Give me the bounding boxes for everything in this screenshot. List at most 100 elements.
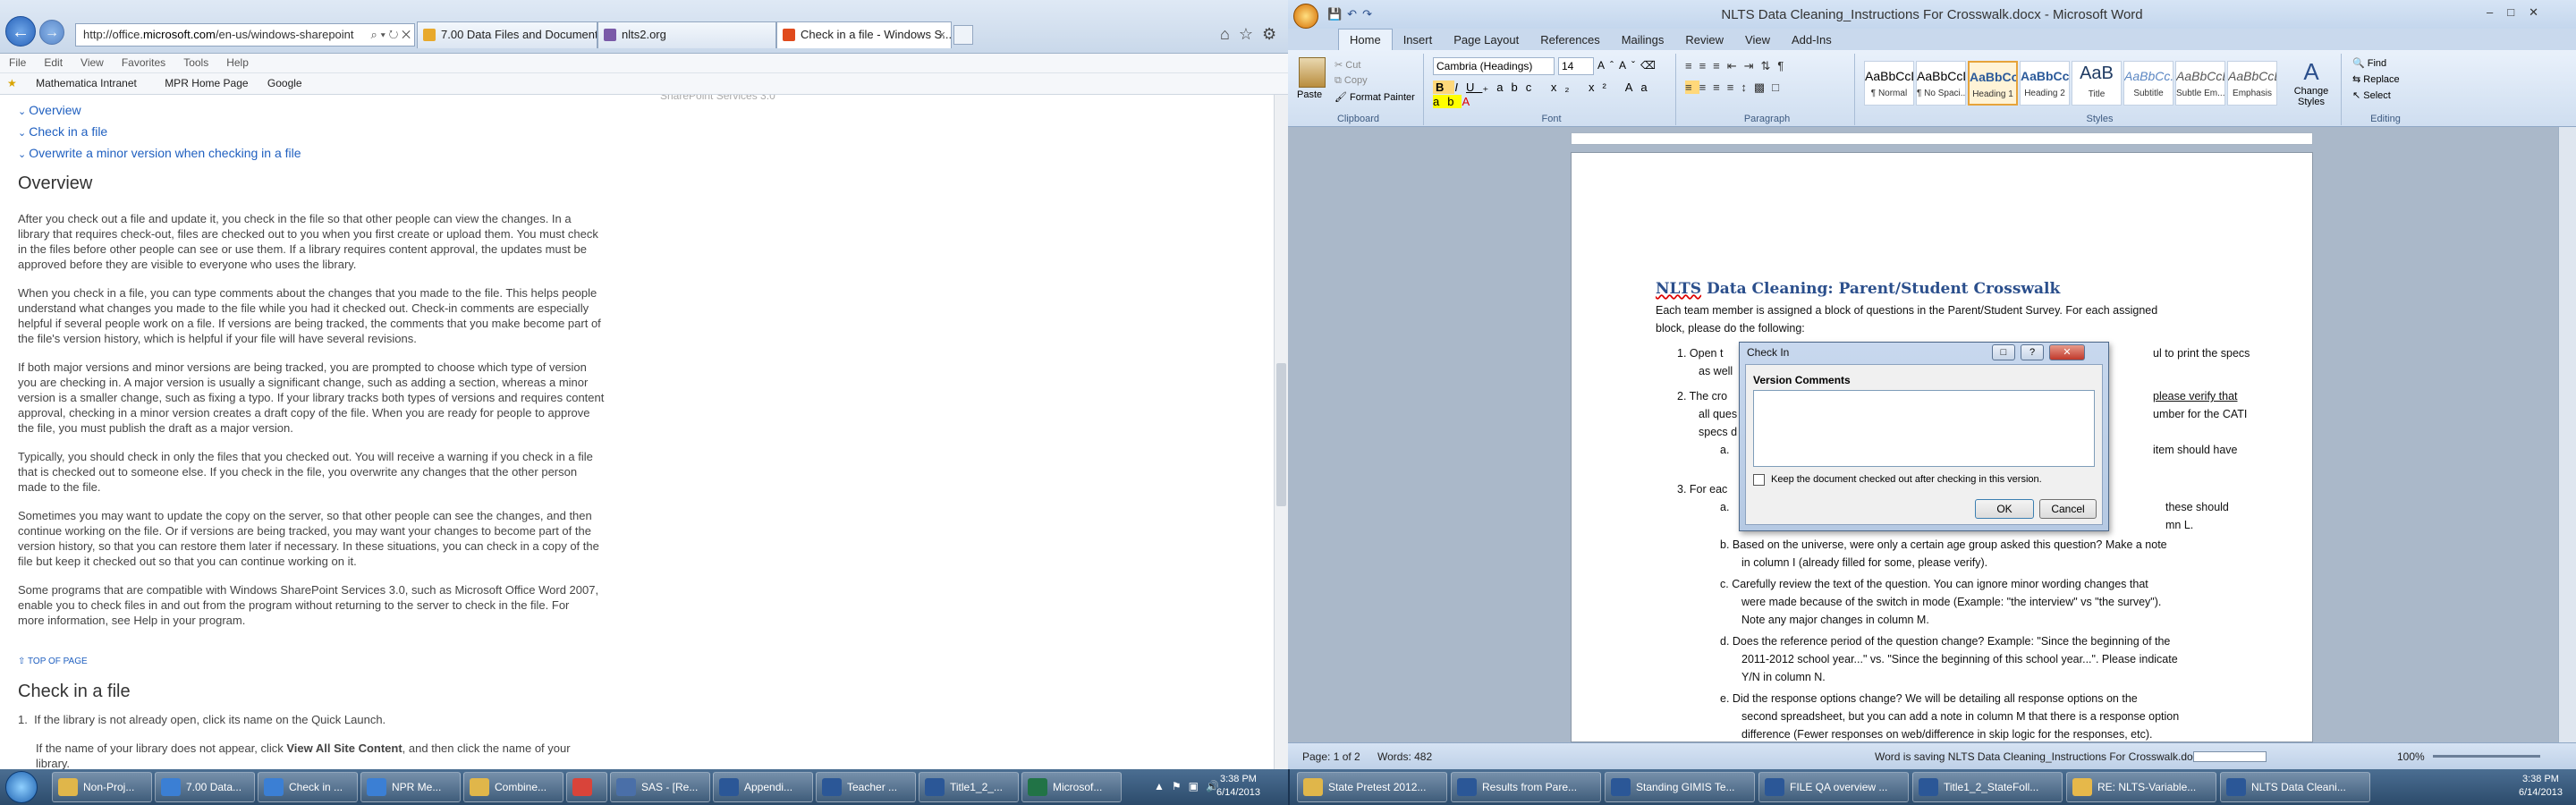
menu-edit[interactable]: Edit: [35, 54, 72, 69]
taskbar-button[interactable]: Non-Proj...: [52, 772, 152, 802]
back-icon[interactable]: ←: [5, 16, 36, 47]
fav-mathematica[interactable]: Mathematica Intranet: [29, 73, 146, 89]
menu-view[interactable]: View: [72, 54, 113, 69]
find-button[interactable]: 🔍 Find: [2352, 57, 2386, 69]
format-buttons[interactable]: B IU₊abc x₂ x² Aa abA: [1433, 80, 1675, 108]
taskbar-button[interactable]: Title1_2_...: [919, 772, 1019, 802]
taskbar-button[interactable]: Results from Pare...: [1451, 772, 1601, 802]
scroll-thumb[interactable]: [1276, 363, 1286, 506]
taskbar-button[interactable]: [566, 772, 607, 802]
taskbar-button[interactable]: Appendi...: [713, 772, 813, 802]
ok-button[interactable]: OK: [1975, 499, 2034, 519]
menu-help[interactable]: Help: [217, 54, 258, 69]
replace-button[interactable]: ⇆ Replace: [2352, 73, 2400, 85]
toc-check-in[interactable]: Check in a file: [29, 124, 107, 139]
address-bar[interactable]: http://office.microsoft.com/en-us/window…: [75, 23, 415, 47]
tab-insert[interactable]: Insert: [1393, 30, 1444, 47]
item-3-c-2: were made because of the switch in mode …: [1741, 596, 2162, 608]
taskbar-button[interactable]: State Pretest 2012...: [1297, 772, 1447, 802]
tray-icons-left[interactable]: ▲⚑▣🔊: [1154, 780, 1226, 792]
tab-review[interactable]: Review: [1674, 30, 1734, 47]
paste-button[interactable]: Paste: [1297, 89, 1322, 100]
tab-page-layout[interactable]: Page Layout: [1443, 30, 1530, 47]
check-in-heading: Check in a file: [18, 682, 131, 701]
paragraph-group: ≡≡≡⇤⇥⇅¶ ≡≡≡≡↕▩□ Paragraph: [1680, 54, 1855, 125]
taskbar-button[interactable]: Microsof...: [1021, 772, 1122, 802]
taskbar-button[interactable]: FILE QA overview ...: [1758, 772, 1909, 802]
font-name-select[interactable]: Cambria (Headings): [1433, 57, 1555, 75]
step-1-sub-c: library.: [36, 757, 71, 769]
taskbar-button[interactable]: Check in ...: [258, 772, 358, 802]
menu-favorites[interactable]: Favorites: [113, 54, 174, 69]
page-count[interactable]: Page: 1 of 2: [1302, 750, 1360, 763]
home-star-gear-icons[interactable]: ⌂☆⚙: [1220, 25, 1285, 44]
word-scrollbar[interactable]: [2558, 127, 2576, 742]
dialog-restore-button[interactable]: □: [1992, 344, 2015, 360]
tab-data-files[interactable]: 7.00 Data Files and Documenta...: [417, 21, 597, 48]
tab-add-ins[interactable]: Add-Ins: [1781, 30, 1843, 47]
taskbar-button[interactable]: Teacher ...: [816, 772, 916, 802]
word-count[interactable]: Words: 482: [1377, 750, 1432, 763]
font-size-select[interactable]: 14: [1558, 57, 1594, 75]
zoom-slider[interactable]: [2433, 755, 2540, 758]
taskbar-button[interactable]: SAS - [Re...: [610, 772, 710, 802]
alignment-icons[interactable]: ≡≡≡≡↕▩□: [1685, 80, 1786, 95]
style-4[interactable]: AaBbCc Heading 2: [2020, 61, 2070, 106]
start-button-icon[interactable]: [5, 771, 38, 803]
clock-right[interactable]: 3:38 PM 6/14/2013: [2519, 773, 2563, 800]
version-comments-field[interactable]: [1753, 390, 2095, 467]
style-2[interactable]: AaBbCcDc ¶ No Spaci...: [1916, 61, 1966, 106]
top-of-page-link[interactable]: ⇧ TOP OF PAGE: [18, 657, 88, 666]
new-tab-button[interactable]: [953, 25, 973, 45]
horizontal-ruler[interactable]: [1571, 132, 2313, 145]
tab-mailings[interactable]: Mailings: [1611, 30, 1675, 47]
taskbar-button[interactable]: NLTS Data Cleani...: [2220, 772, 2370, 802]
style-5[interactable]: AaB Title: [2072, 61, 2122, 106]
tab-view[interactable]: View: [1734, 30, 1781, 47]
style-sample: AaBbCcDc: [1917, 69, 1965, 83]
taskbar-button[interactable]: NPR Me...: [360, 772, 461, 802]
grow-shrink-clear-icons[interactable]: AˆAˇ⌫: [1597, 59, 1661, 72]
style-6[interactable]: AaBbCc. Subtitle: [2123, 61, 2174, 106]
cancel-button[interactable]: Cancel: [2039, 499, 2097, 519]
dialog-help-button[interactable]: ?: [2021, 344, 2044, 360]
tab-check-in[interactable]: Check in a file - Windows S... ×: [776, 21, 952, 48]
item-2-cont: all ques: [1699, 408, 1738, 420]
item-3-c-3: Note any major changes in column M.: [1741, 614, 1929, 626]
ie-scrollbar[interactable]: [1274, 95, 1288, 769]
dialog-close-button[interactable]: ✕: [2049, 344, 2085, 360]
taskbar-button[interactable]: 7.00 Data...: [155, 772, 255, 802]
paste-icon[interactable]: [1299, 57, 1326, 88]
copy-button[interactable]: ⧉ Copy: [1335, 75, 1368, 87]
cut-button[interactable]: ✂ Cut: [1335, 59, 1360, 71]
fav-google[interactable]: Google: [260, 73, 311, 89]
list-indent-icons[interactable]: ≡≡≡⇤⇥⇅¶: [1685, 59, 1791, 73]
toc-overwrite[interactable]: Overwrite a minor version when checking …: [29, 146, 301, 160]
forward-icon[interactable]: →: [39, 20, 64, 45]
zoom-level[interactable]: 100%: [2397, 750, 2425, 763]
taskbar-button[interactable]: Combine...: [463, 772, 564, 802]
menu-file[interactable]: File: [0, 54, 35, 69]
taskbar-button[interactable]: Title1_2_StateFoll...: [1912, 772, 2063, 802]
tab-references[interactable]: References: [1530, 30, 1610, 47]
tab-home[interactable]: Home: [1338, 29, 1393, 50]
format-painter-button[interactable]: 🖌 Format Painter: [1335, 91, 1415, 103]
favorites-star-icon[interactable]: ★: [0, 73, 26, 89]
change-styles-button[interactable]: A Change Styles: [2284, 57, 2338, 107]
style-8[interactable]: AaBbCcDi Emphasis: [2227, 61, 2277, 106]
tab-nlts2[interactable]: nlts2.org: [597, 21, 776, 48]
style-1[interactable]: AaBbCcDc ¶ Normal: [1864, 61, 1914, 106]
fav-mpr-home[interactable]: MPR Home Page: [148, 73, 257, 89]
close-tab-icon[interactable]: ×: [938, 22, 945, 47]
toc-overview[interactable]: Overview: [29, 103, 80, 117]
style-3[interactable]: AaBbCo Heading 1: [1968, 61, 2018, 106]
menu-tools[interactable]: Tools: [174, 54, 217, 69]
select-button[interactable]: ↖ Select: [2352, 89, 2391, 101]
taskbar-button[interactable]: Standing GIMIS Te...: [1605, 772, 1755, 802]
taskbar-button[interactable]: RE: NLTS-Variable...: [2066, 772, 2216, 802]
window-controls[interactable]: –□✕: [2487, 5, 2553, 20]
keep-checked-out-checkbox[interactable]: [1753, 474, 1765, 486]
style-7[interactable]: AaBbCcDi Subtle Em...: [2175, 61, 2225, 106]
search-refresh-icons[interactable]: ⌕ ▾ ↻ ✕: [367, 24, 411, 46]
clock-left[interactable]: 3:38 PM 6/14/2013: [1216, 773, 1260, 800]
